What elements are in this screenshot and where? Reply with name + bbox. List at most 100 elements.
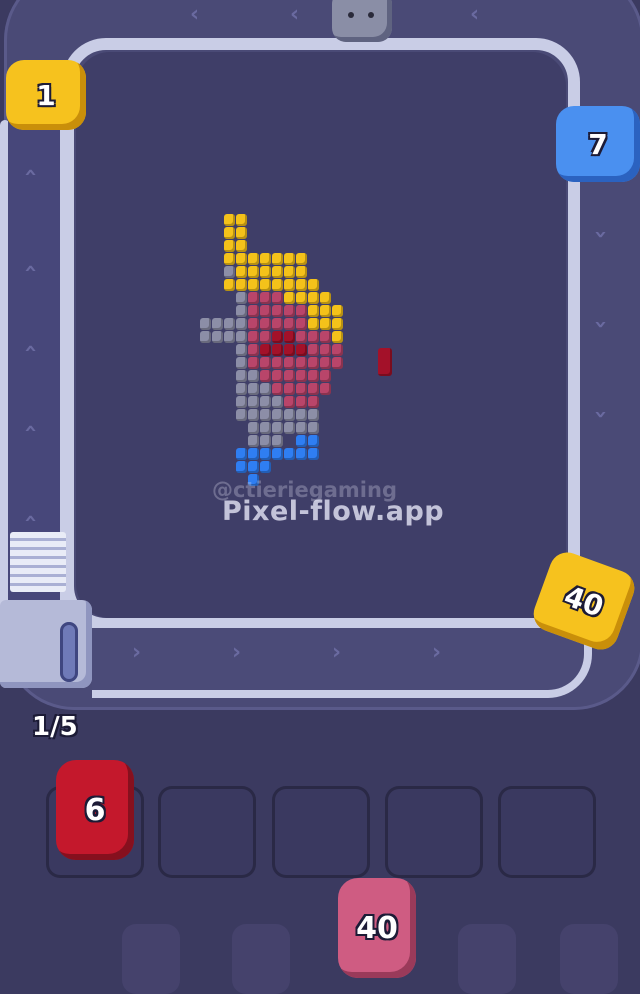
game-stage: ‹ ‹ ‹ ‹ ‹ ‹ ‹ ‹ ‹ ‹ ‹ › › › › 1/5 @ctier… [0,0,640,994]
pixel-block [236,305,247,317]
pixel-block [236,370,247,382]
pixel-block [272,370,283,382]
pixel-block [260,409,271,421]
pixel-block [284,331,295,343]
chevron-up-icon: ‹ [588,409,614,420]
queue-ghost [560,924,618,994]
pixel-block [308,448,319,460]
eye-icon [348,12,354,18]
pixel-block [260,253,271,265]
pixel-block [236,383,247,395]
pixel-block [296,331,307,343]
pixel-block [284,253,295,265]
pixel-block [284,357,295,369]
pixel-block [308,318,319,330]
chevron-left-icon: ‹ [190,2,200,27]
pixel-block [296,422,307,434]
slot-4[interactable] [385,786,483,878]
pixel-block [296,266,307,278]
pixel-block [272,292,283,304]
chevron-right-icon: › [432,640,442,665]
pixel-block [236,448,247,460]
chevron-left-icon: ‹ [470,2,480,27]
gray-shooter-top[interactable] [332,0,392,42]
pixel-block [248,383,259,395]
shooter-blue-right[interactable]: 7 [556,106,640,182]
pixel-block [308,279,319,291]
pixel-block [224,331,235,343]
pixel-block [284,344,295,356]
pixel-block [260,305,271,317]
pixel-block [272,383,283,395]
pixel-block [248,396,259,408]
pixel-block [284,279,295,291]
pixel-block [308,331,319,343]
pixel-block [332,305,343,317]
slot-5[interactable] [498,786,596,878]
pixel-block [200,318,211,330]
pixel-block [236,318,247,330]
shooter-red-slot-1[interactable]: 6 [56,760,134,860]
pixel-block [236,357,247,369]
pixel-block [284,383,295,395]
pixel-block [236,279,247,291]
shooter-count: 1 [36,78,56,112]
chevron-down-icon: ‹ [18,263,44,274]
pixel-block [260,370,271,382]
bottom-lane [92,620,592,698]
pixel-block [260,383,271,395]
pixel-block [248,266,259,278]
pixel-block [236,461,247,473]
pixel-block [236,253,247,265]
queue-ghost [232,924,290,994]
pixel-block [236,409,247,421]
pixel-block [296,253,307,265]
pixel-block [272,422,283,434]
pixel-block [308,344,319,356]
pixel-block [224,240,235,252]
chevron-right-icon: › [132,640,142,665]
pixel-block [248,435,259,447]
pixel-block [284,318,295,330]
pixel-block [236,266,247,278]
pixel-block [248,279,259,291]
pixel-block [320,370,331,382]
pixel-art [200,214,400,504]
pixel-block [260,357,271,369]
chevron-down-icon: ‹ [18,343,44,354]
pixel-block [320,383,331,395]
ramp-stairs [10,532,66,592]
shooter-pink-next[interactable]: 40 [338,878,416,978]
pixel-block [272,435,283,447]
eye-icon [368,12,374,18]
pixel-block [236,344,247,356]
shooter-count: 40 [560,578,608,624]
slot-2[interactable] [158,786,256,878]
pixel-block [236,331,247,343]
chevron-left-icon: ‹ [290,2,300,27]
pixel-block [332,331,343,343]
pixel-block [296,279,307,291]
pixel-block [284,422,295,434]
queue-ghost [122,924,180,994]
pixel-block [308,305,319,317]
pixel-block [248,448,259,460]
pixel-block [320,292,331,304]
pixel-block [332,344,343,356]
pixel-block [284,370,295,382]
pixel-block [332,357,343,369]
pixel-block [248,253,259,265]
pixel-block [260,266,271,278]
pixel-block [248,292,259,304]
pixel-block [320,318,331,330]
pixel-block [272,396,283,408]
pixel-block [224,279,235,291]
pixel-block [308,292,319,304]
slot-3[interactable] [272,786,370,878]
pixel-block [272,409,283,421]
pixel-block [272,357,283,369]
chevron-up-icon: ‹ [588,319,614,330]
queue-counter: 1/5 [32,712,78,742]
shooter-yellow-top-left[interactable]: 1 [6,60,86,130]
pixel-block [296,448,307,460]
